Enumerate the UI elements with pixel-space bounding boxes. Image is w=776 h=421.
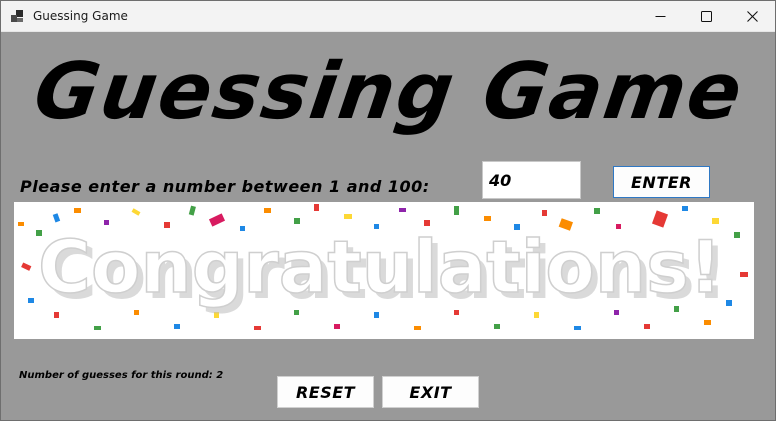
maximize-icon [700,11,712,22]
game-heading: Guessing Game [28,47,750,137]
app-window: Guessing Game Guessing Game Please enter [0,0,776,421]
banner-text: Congratulations! [38,225,722,309]
window-title: Guessing Game [33,9,128,23]
congratulations-banner: Congratulations! Congratulations! [14,202,754,339]
title-bar[interactable]: Guessing Game [1,1,775,32]
confetti-graphic: Congratulations! Congratulations! [18,204,748,330]
maximize-button[interactable] [683,1,729,32]
enter-button[interactable]: ENTER [613,166,710,198]
app-icon [11,10,23,22]
exit-button[interactable]: EXIT [382,376,479,408]
close-button[interactable] [729,1,775,32]
number-prompt-label: Please enter a number between 1 and 100: [20,177,430,196]
close-icon [746,11,758,22]
guess-input[interactable] [482,161,581,199]
minimize-button[interactable] [637,1,683,32]
guess-count-label: Number of guesses for this round: 2 [19,370,224,381]
window-controls [637,1,775,32]
reset-button[interactable]: RESET [277,376,374,408]
minimize-icon [655,16,665,17]
